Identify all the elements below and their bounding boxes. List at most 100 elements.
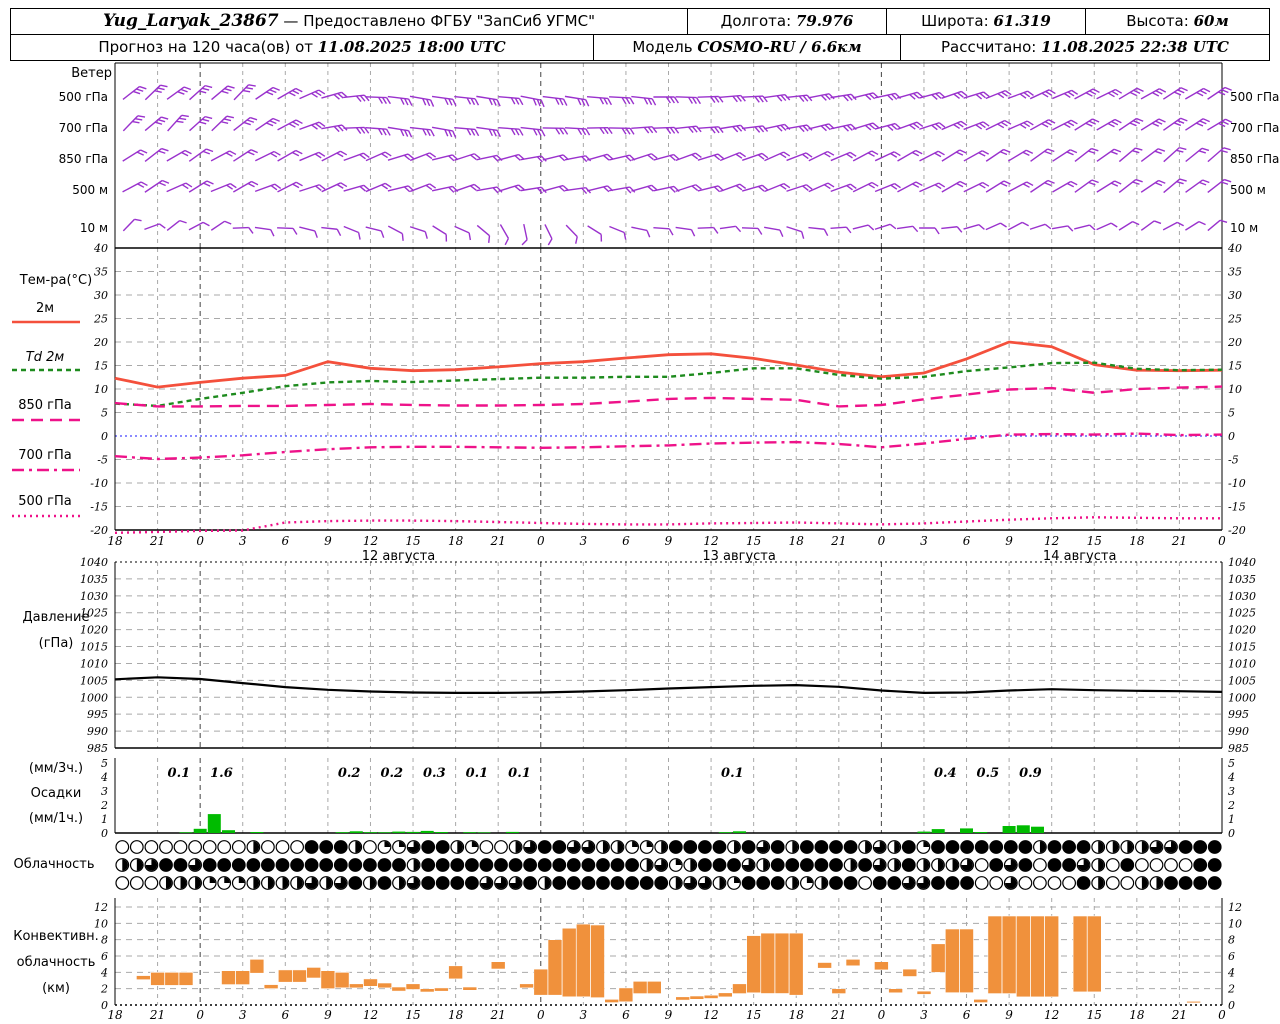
svg-text:12: 12 [94, 901, 108, 914]
convective-bar [675, 996, 691, 1001]
cloud-symbol [698, 840, 712, 854]
cloud-symbol [479, 840, 494, 854]
cloud-symbol [712, 840, 727, 854]
svg-text:9: 9 [324, 1008, 332, 1022]
svg-text:21: 21 [830, 1008, 846, 1022]
svg-text:1000: 1000 [1228, 691, 1256, 704]
cloud-symbol [668, 840, 683, 854]
svg-text:21: 21 [149, 1008, 165, 1022]
svg-text:35: 35 [1228, 266, 1242, 279]
cloud-symbol [901, 858, 916, 872]
svg-text:18: 18 [789, 1008, 805, 1022]
convective-bar [632, 980, 648, 994]
cloud-symbol [814, 840, 829, 854]
svg-text:3: 3 [580, 1008, 588, 1022]
svg-text:990: 990 [87, 725, 108, 738]
precip-bar [1016, 825, 1030, 833]
convective-bar [377, 982, 393, 989]
precip-bar [733, 831, 746, 833]
svg-text:12: 12 [363, 534, 378, 548]
cloud-symbol [960, 840, 974, 854]
svg-text:0: 0 [1218, 1008, 1226, 1022]
cloud-symbol [741, 876, 756, 890]
precip-bar [960, 828, 973, 833]
svg-text:1025: 1025 [80, 607, 108, 620]
svg-text:6: 6 [622, 534, 630, 548]
convective-bar [646, 980, 662, 994]
svg-text:30: 30 [94, 289, 108, 302]
cloud-symbol [421, 840, 436, 854]
precip-bar [974, 832, 988, 833]
svg-text:20: 20 [93, 336, 108, 349]
svg-text:0: 0 [878, 534, 886, 548]
convective-bar [987, 915, 1003, 994]
svg-text:1: 1 [101, 813, 108, 826]
convective-bar [221, 970, 236, 985]
cloud-symbol [1076, 840, 1091, 854]
svg-text:3: 3 [239, 534, 247, 548]
cloud-symbol [974, 858, 989, 872]
svg-text:6: 6 [622, 1008, 630, 1022]
cloud-symbol [1018, 840, 1033, 854]
cloud-symbol [610, 858, 625, 872]
cloud-symbol [1047, 840, 1062, 854]
svg-text:9: 9 [665, 1008, 673, 1022]
precip-bar [179, 832, 193, 833]
svg-text:1040: 1040 [1228, 556, 1256, 569]
svg-text:9: 9 [665, 534, 673, 548]
cloud-symbol [829, 858, 843, 872]
svg-text:1: 1 [1228, 813, 1235, 826]
svg-text:6: 6 [101, 950, 108, 963]
svg-text:1005: 1005 [1228, 674, 1256, 687]
cloud-symbol [654, 876, 669, 890]
svg-text:15: 15 [1087, 534, 1102, 548]
svg-text:0.1: 0.1 [466, 766, 489, 781]
cloud-symbol [785, 858, 800, 872]
svg-text:995: 995 [87, 708, 108, 721]
svg-text:1015: 1015 [80, 641, 108, 654]
cloud-symbol [115, 840, 130, 854]
svg-text:8: 8 [1228, 934, 1235, 947]
svg-text:500 гПа: 500 гПа [59, 90, 108, 104]
convective-bar [703, 994, 719, 999]
convective-bar [547, 939, 563, 996]
cloud-symbol [333, 858, 348, 872]
cloudiness-rows [115, 840, 1222, 890]
svg-text:40: 40 [1227, 242, 1242, 255]
convective-bar [1030, 915, 1045, 998]
svg-text:20: 20 [1227, 336, 1242, 349]
cloud-symbol [872, 876, 887, 890]
precip-bar [364, 832, 377, 833]
svg-text:40: 40 [93, 242, 108, 255]
cloud-symbol [727, 858, 741, 872]
convective-bar [150, 971, 165, 986]
cloud-symbol [1207, 858, 1222, 872]
cloud-symbol [1178, 876, 1193, 890]
svg-text:9: 9 [1005, 534, 1013, 548]
svg-text:21: 21 [830, 534, 846, 548]
convective-bar [732, 983, 747, 994]
cloud-symbol [173, 840, 188, 854]
cloud-symbol [421, 876, 436, 890]
cloud-symbol [566, 858, 581, 872]
svg-text:995: 995 [1228, 708, 1249, 721]
svg-text:6: 6 [1228, 950, 1235, 963]
convective-bar [533, 968, 549, 996]
cloud-symbol [202, 858, 217, 872]
convective-bar [334, 971, 350, 989]
svg-text:-20: -20 [1228, 524, 1246, 537]
svg-text:1030: 1030 [80, 590, 108, 603]
svg-text:1025: 1025 [1228, 607, 1256, 620]
svg-text:985: 985 [87, 742, 108, 755]
convective-bar [888, 988, 903, 994]
cloud-symbol [581, 858, 596, 872]
precip-bar [406, 831, 420, 833]
cloud-symbol [1032, 876, 1047, 890]
cloud-symbol [989, 840, 1004, 854]
svg-text:21: 21 [490, 1008, 506, 1022]
convective-bar [164, 971, 180, 986]
cloud-symbol [1193, 840, 1208, 854]
cloud-symbol [392, 858, 406, 872]
svg-text:2: 2 [100, 983, 108, 996]
cloud-symbol [304, 840, 319, 854]
